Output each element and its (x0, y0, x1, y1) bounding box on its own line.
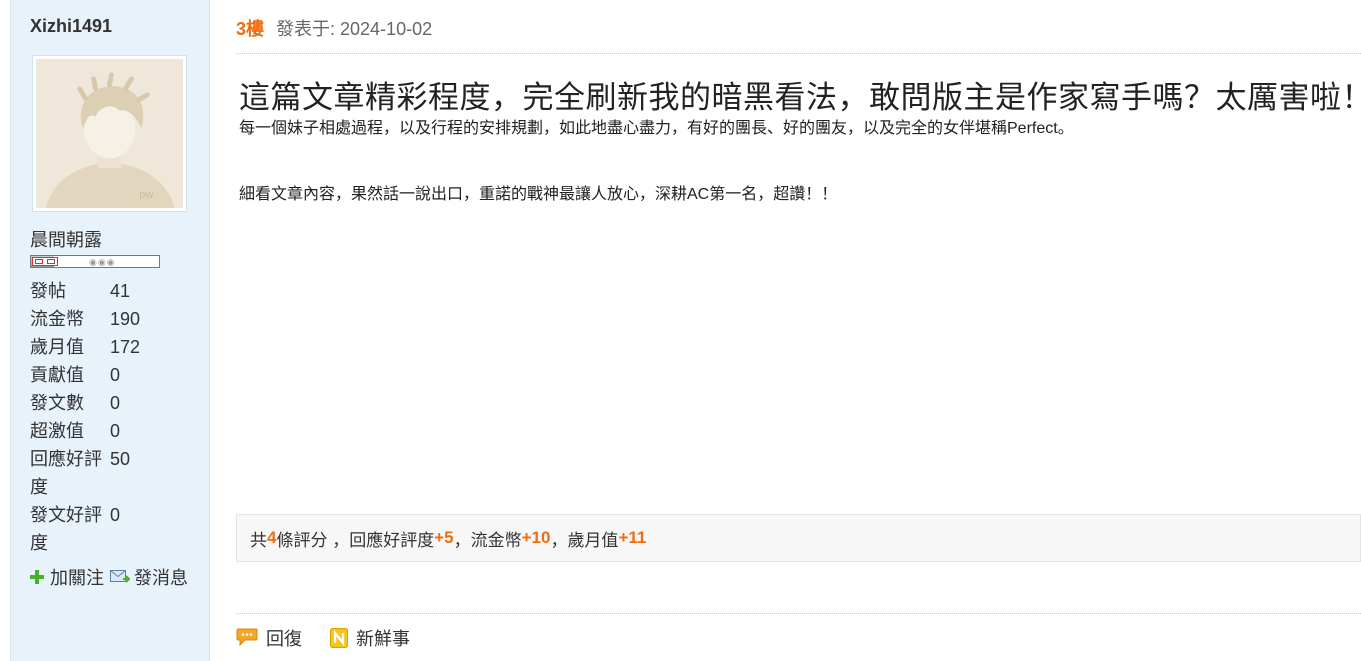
mail-icon (110, 570, 130, 584)
stat-posts: 發帖 41 (30, 277, 210, 305)
stat-value: 172 (110, 337, 141, 357)
stat-label: 歲月值 (30, 337, 84, 357)
stat-label: 發帖 (30, 281, 66, 301)
stat-value: 0 (110, 365, 121, 385)
stat-value: 41 (110, 281, 131, 301)
rank-progress-bar: ◉◉◉ (30, 255, 160, 268)
rating-separator: ， (453, 530, 471, 550)
rank-dots-icon: ◉◉◉ (89, 257, 116, 267)
stat-value: 0 (110, 393, 121, 413)
stat-value: 0 (110, 421, 121, 441)
stat-excitement: 超激值 0 (30, 417, 210, 445)
svg-text:pw: pw (139, 189, 153, 201)
rating-item-label: 流金幣 (470, 530, 522, 550)
stat-value: 0 (110, 505, 121, 525)
stat-reply-rating: 回應好評度 50 (30, 445, 210, 501)
fresh-news-button[interactable]: 新鮮事 (330, 625, 410, 651)
rating-item-label: 回應好評度 (349, 530, 435, 550)
floor-number-link[interactable]: 3樓 (236, 15, 264, 41)
follow-button[interactable]: 加關注 (30, 564, 104, 590)
stat-contribution: 貢獻值 0 (30, 361, 210, 389)
divider (236, 613, 1361, 614)
stat-value: 50 (110, 449, 131, 469)
stat-label: 流金幣 (30, 309, 84, 329)
post-content: 每一個妹子相處過程，以及行程的安排規劃，如此地盡心盡力，有好的團長、好的團友，以… (239, 118, 1074, 206)
post-title: 這篇文章精彩程度，完全刷新我的暗黑看法，敢問版主是作家寫手嗎？太厲害啦！ (239, 80, 1361, 115)
stat-label: 超激值 (30, 421, 84, 441)
post-paragraph: 細看文章內容，果然話一說出口，重諾的戰神最讓人放心，深耕AC第一名，超讚！！ (239, 186, 838, 203)
avatar[interactable]: pw (32, 55, 187, 212)
rating-prefix: 共 (250, 530, 267, 550)
post-header: 3樓 發表于: 2024-10-02 (236, 15, 432, 41)
rank-title: 晨間朝露 (30, 230, 102, 250)
user-actions: 加關注 發消息 (30, 564, 194, 590)
rating-count: 4 (267, 528, 277, 547)
stat-label: 貢獻值 (30, 365, 84, 385)
user-sidebar: Xizhi1491 pw 晨間朝露 ◉◉◉ 發帖 41 流金幣 190 歲月值 … (10, 0, 210, 661)
plus-icon (30, 570, 44, 584)
message-label: 發消息 (134, 568, 188, 588)
rating-item-value: +11 (618, 528, 647, 547)
stat-articles: 發文數 0 (30, 389, 210, 417)
rating-separator: ， (550, 530, 568, 550)
reply-label: 回復 (266, 629, 302, 649)
follow-label: 加關注 (50, 568, 104, 588)
post-paragraph: 每一個妹子相處過程，以及行程的安排規劃，如此地盡心盡力，有好的團長、好的團友，以… (239, 120, 1074, 137)
divider (236, 53, 1361, 54)
stat-coins: 流金幣 190 (30, 305, 210, 333)
stat-label: 發文好評度 (30, 505, 102, 553)
post-date: 發表于: 2024-10-02 (276, 19, 433, 39)
send-message-button[interactable]: 發消息 (110, 564, 188, 590)
rank-badge-icon (32, 257, 58, 266)
rating-item-value: +5 (434, 528, 454, 547)
post-main: 3樓 發表于: 2024-10-02 這篇文章精彩程度，完全刷新我的暗黑看法，敢… (236, 0, 1361, 661)
stat-post-rating: 發文好評度 0 (30, 501, 210, 557)
rating-summary: 共 4 條評分 ， 回應好評度 +5 ， 流金幣 +10 ， 歲月值 +11 (236, 514, 1361, 562)
reply-button[interactable]: 回復 (236, 625, 302, 651)
fresh-news-icon (330, 628, 348, 648)
post-actions: 回復 新鮮事 (236, 625, 438, 651)
reply-icon (236, 628, 258, 648)
fresh-news-label: 新鮮事 (356, 629, 410, 649)
rating-suffix: 條評分 ， (276, 530, 350, 550)
user-stats: 發帖 41 流金幣 190 歲月值 172 貢獻值 0 發文數 0 超激值 0 (30, 277, 210, 557)
stat-label: 回應好評度 (30, 449, 102, 497)
post-page: Xizhi1491 pw 晨間朝露 ◉◉◉ 發帖 41 流金幣 190 歲月值 … (0, 0, 1361, 661)
stat-value: 190 (110, 309, 141, 329)
rating-item-value: +10 (521, 528, 551, 547)
username-link[interactable]: Xizhi1491 (30, 16, 112, 37)
stat-label: 發文數 (30, 393, 84, 413)
avatar-placeholder-icon: pw (36, 59, 183, 208)
rating-item-label: 歲月值 (567, 530, 619, 550)
stat-age: 歲月值 172 (30, 333, 210, 361)
